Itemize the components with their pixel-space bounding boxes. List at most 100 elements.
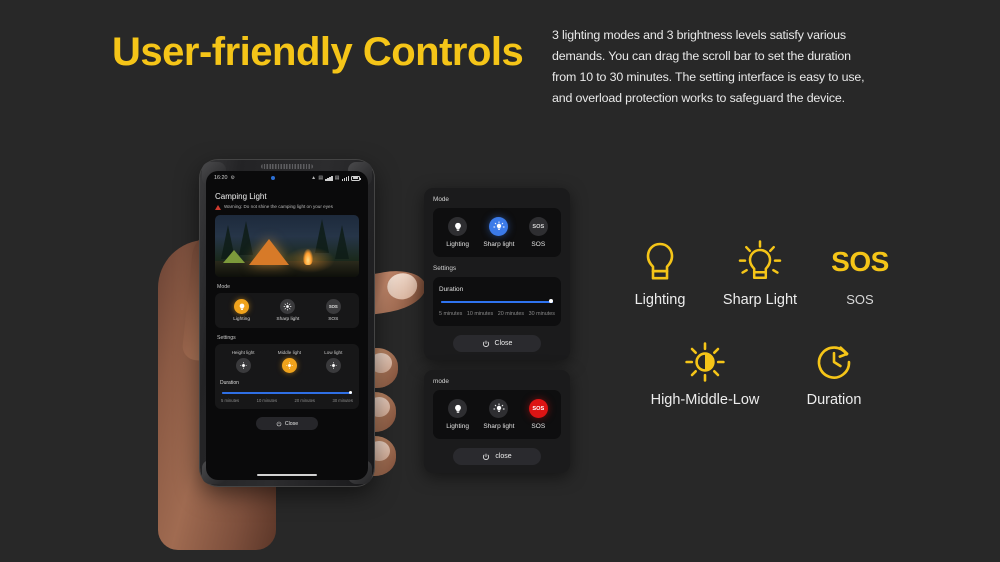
battery-icon — [350, 175, 361, 181]
bulb-icon — [448, 399, 468, 418]
phone-settings-label: Settings — [217, 335, 236, 342]
power-icon — [276, 421, 282, 427]
sos-text-icon: SOS — [528, 399, 548, 418]
phone-device: 16:20 ⚙ ▲ ▤ ▤ Camping Light Warning: Do … — [200, 160, 374, 486]
phone-mode-lighting[interactable]: Lighting — [233, 299, 250, 322]
duration-tick: 5 minutes — [221, 398, 240, 404]
brightness-row: Height light Middle light Low light — [220, 350, 354, 374]
card2-close-button[interactable]: close — [453, 448, 541, 465]
phone-duration-slider[interactable] — [222, 391, 352, 395]
card2-mode-label-text: SOS — [531, 423, 546, 430]
phone-duration-ticks: 5 minutes 10 minutes 20 minutes 30 minut… — [220, 398, 354, 403]
earpiece-speaker — [261, 164, 313, 169]
phone-settings-panel: Height light Middle light Low light Dura… — [215, 344, 359, 410]
wifi-icon: ▲ — [311, 175, 317, 181]
campfire-shape — [303, 249, 313, 266]
phone-mode-sharp-light[interactable]: Sharp light — [276, 299, 299, 322]
phone-mode-row: Lighting Sharp light SOS SOS — [220, 299, 354, 322]
phone-mode-label-text: Sharp light — [276, 317, 300, 323]
card1-mode-panel: Lighting Sharp light SOS SOS — [433, 208, 561, 257]
card1-duration-slider[interactable] — [441, 299, 553, 304]
brightness-label: Low light — [324, 350, 343, 356]
sharp-bulb-icon — [325, 358, 341, 374]
finger-nail — [385, 270, 420, 302]
phone-close-label: Close — [284, 420, 299, 427]
status-time: 16:20 — [214, 175, 228, 181]
home-indicator — [257, 474, 317, 476]
poster-canvas: User-friendly Controls 3 lighting modes … — [0, 0, 1000, 562]
page-description: 3 lighting modes and 3 brightness levels… — [552, 28, 865, 105]
camera-punch-hole — [271, 176, 276, 180]
sos-text-icon: SOS — [528, 217, 548, 236]
sharp-bulb-icon — [235, 358, 251, 374]
brightness-low-light[interactable]: Low light — [324, 350, 343, 374]
phone-mode-panel: Lighting Sharp light SOS SOS — [215, 293, 359, 329]
feature-caption: Lighting — [634, 292, 686, 308]
card2-mode-panel: Lighting Sharp light SOS SOS — [433, 390, 561, 439]
phone-duration-label: Duration — [220, 380, 239, 387]
app-title: Camping Light — [215, 192, 267, 201]
card2-mode-sos[interactable]: SOS SOS — [528, 399, 548, 430]
sos-glyph: SOS — [831, 246, 889, 277]
feature-duration: Duration — [774, 338, 894, 408]
duration-tick: 30 minutes — [332, 398, 353, 404]
card1-settings-label: Settings — [433, 265, 457, 272]
feature-high-middle-low: High-Middle-Low — [636, 338, 774, 408]
sharp-bulb-icon — [489, 217, 509, 236]
duration-tick: 5 minutes — [439, 311, 463, 317]
brightness-height-light[interactable]: Height light — [232, 350, 255, 374]
slider-knob[interactable] — [349, 391, 352, 395]
card2-mode-label: mode — [433, 378, 449, 385]
card2-mode-label-text: Sharp light — [483, 423, 515, 430]
sharp-bulb-icon — [489, 399, 509, 418]
phone-mode-sos[interactable]: SOS SOS — [325, 299, 341, 322]
phone-mode-label: Mode — [217, 284, 230, 291]
alarm-icon: ⚙ — [230, 175, 236, 181]
warning-text: Warning: Do not shine the camping light … — [224, 204, 333, 209]
card1-close-button[interactable]: Close — [453, 335, 541, 352]
card1-mode-label-text: SOS — [531, 241, 546, 248]
feature-sos: SOS SOS — [812, 238, 908, 308]
sim-icon: ▤ — [318, 175, 324, 181]
sos-mode-card: mode Lighting Sharp light SOS SOS close — [424, 370, 570, 473]
feature-caption: Sharp Light — [722, 292, 798, 308]
card1-mode-lighting[interactable]: Lighting — [446, 217, 469, 248]
feature-row-2: High-Middle-Low Duration — [612, 338, 912, 408]
card2-mode-lighting[interactable]: Lighting — [446, 399, 469, 430]
card2-mode-label-text: Lighting — [446, 423, 469, 430]
power-icon — [483, 453, 490, 460]
card1-mode-sharp-light[interactable]: Sharp light — [483, 217, 514, 248]
card1-mode-label: Mode — [433, 196, 449, 203]
card1-mode-sos[interactable]: SOS SOS — [528, 217, 548, 248]
sharp-bulb-icon — [280, 299, 296, 315]
slider-fill — [441, 301, 553, 304]
bulb-rays-icon — [736, 238, 784, 286]
sharp-bulb-icon — [281, 358, 297, 374]
warning-banner: Warning: Do not shine the camping light … — [215, 204, 359, 210]
sos-glyph: SOS — [532, 405, 545, 412]
power-icon — [482, 340, 489, 347]
card1-duration-label: Duration — [439, 286, 464, 293]
status-bar: 16:20 ⚙ ▲ ▤ ▤ — [206, 171, 368, 183]
card1-settings-panel: Duration 5 minutes 10 minutes 20 minutes… — [433, 277, 561, 326]
card2-mode-sharp-light[interactable]: Sharp light — [483, 399, 514, 430]
duration-tick: 10 minutes — [466, 311, 494, 317]
card2-mode-row: Lighting Sharp light SOS SOS — [439, 399, 555, 430]
card1-mode-label-text: Sharp light — [483, 241, 515, 248]
status-bar-left: 16:20 ⚙ — [214, 175, 235, 181]
phone-close-button[interactable]: Close — [256, 417, 318, 431]
feature-caption: SOS — [846, 292, 874, 307]
clock-arrow-icon — [813, 338, 855, 386]
camping-light-app: Camping Light Warning: Do not shine the … — [206, 183, 368, 431]
duration-tick: 20 minutes — [497, 311, 525, 317]
bulb-icon — [448, 217, 468, 236]
feature-row-1: Lighting Sharp Light SOS SOS — [612, 238, 912, 308]
brightness-middle-light[interactable]: Middle light — [278, 350, 301, 374]
card1-mode-row: Lighting Sharp light SOS SOS — [439, 217, 555, 248]
bulb-icon — [234, 299, 250, 315]
small-tent-shape — [223, 250, 245, 264]
card1-mode-label-text: Lighting — [446, 241, 469, 248]
status-bar-right: ▲ ▤ ▤ — [311, 175, 361, 181]
bulb-outline-icon — [640, 238, 680, 286]
slider-fill — [222, 392, 352, 394]
